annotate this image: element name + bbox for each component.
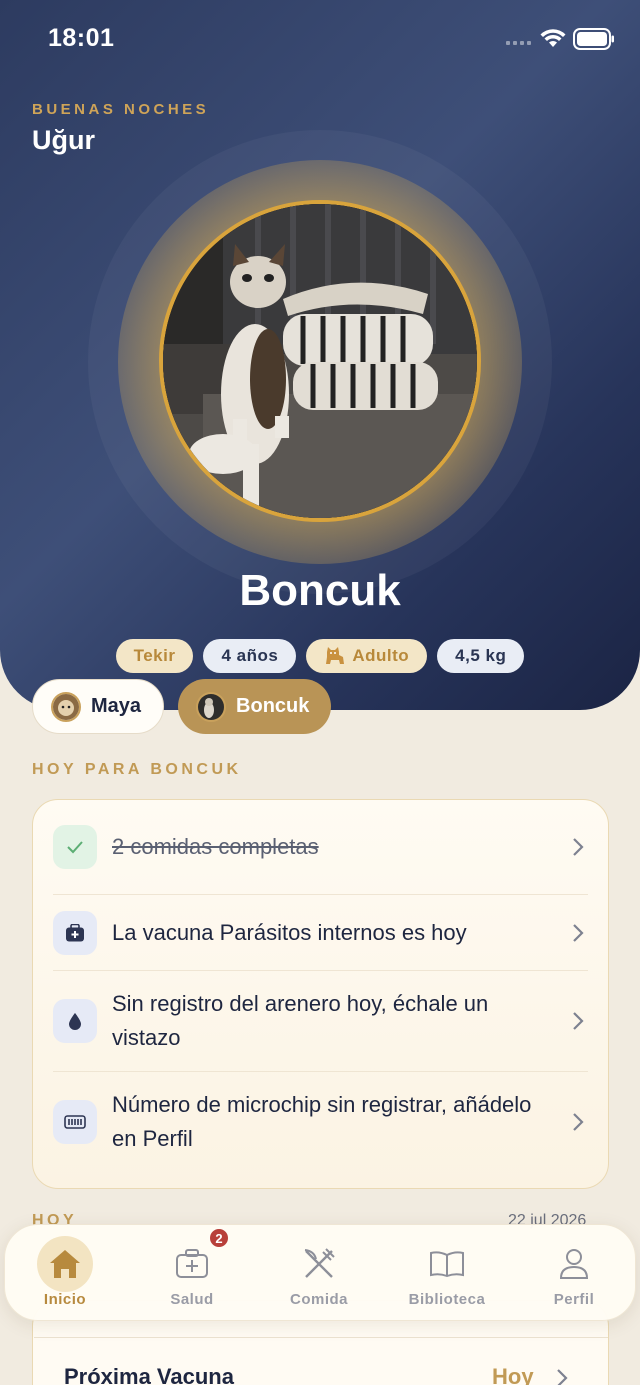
pet-attributes: Tekir 4 años Adulto 4,5 kg — [0, 639, 640, 673]
status-bar: 18:01 — [0, 0, 640, 80]
pet-pill-label: Boncuk — [236, 695, 310, 717]
today-item-vaccine[interactable]: La vacuna Parásitos internos es hoy — [53, 895, 588, 971]
greeting-text: BUENAS NOCHES — [32, 101, 210, 118]
age-chip: 4 años — [203, 639, 297, 673]
book-icon — [419, 1236, 475, 1292]
tab-label: Comida — [289, 1291, 348, 1308]
divider — [34, 1337, 608, 1338]
tab-label: Perfil — [553, 1291, 595, 1308]
tab-perfil[interactable]: Perfil — [519, 1225, 629, 1322]
tab-label: Salud — [170, 1291, 214, 1308]
breed-label: Tekir — [133, 646, 176, 665]
pet-photo — [163, 204, 477, 518]
boncuk-avatar — [196, 691, 227, 722]
pet-avatar[interactable] — [159, 200, 481, 522]
maya-avatar — [51, 691, 81, 722]
wifi-icon — [540, 29, 566, 47]
next-vaccine-title: Próxima Vacuna — [64, 1364, 234, 1385]
pet-pill-maya[interactable]: Maya — [32, 679, 165, 734]
user-name: Uğur — [32, 125, 95, 155]
pet-hero: 18:01 BUENAS NOCHES Uğur Boncuk Tekir 4 … — [0, 0, 640, 710]
stage-label: Adulto — [352, 646, 410, 665]
chevron-right-icon — [573, 923, 584, 942]
today-item-text: 2 comidas completas — [112, 834, 319, 859]
pet-pill-label: Maya — [91, 695, 142, 717]
notification-badge: 2 — [208, 1227, 230, 1249]
tab-salud[interactable]: Salud — [137, 1225, 247, 1322]
chevron-right-icon — [573, 1113, 584, 1131]
chevron-right-icon — [557, 1369, 568, 1385]
medical-bag-icon — [53, 910, 97, 955]
home-icon — [37, 1236, 93, 1292]
tab-label: Biblioteca — [408, 1291, 486, 1308]
today-item-microchip[interactable]: Número de microchip sin registrar, añáde… — [53, 1072, 588, 1172]
weight-label: 4,5 kg — [455, 646, 507, 665]
tab-biblioteca[interactable]: Biblioteca — [392, 1225, 502, 1322]
today-item-text: Sin registro del arenero hoy, échale un … — [112, 991, 489, 1050]
tab-inicio[interactable]: Inicio — [10, 1225, 120, 1322]
cat-icon — [326, 647, 345, 664]
battery-icon — [573, 28, 614, 50]
next-vaccine-when: Hoy — [492, 1364, 534, 1385]
cellular-signal-icon — [506, 41, 531, 45]
status-time: 18:01 — [48, 24, 115, 52]
tab-label: Inicio — [43, 1291, 87, 1308]
drop-icon — [53, 999, 97, 1043]
stage-chip: Adulto — [306, 639, 428, 673]
today-item-litter[interactable]: Sin registro del arenero hoy, échale un … — [53, 971, 588, 1072]
microchip-icon — [53, 1100, 97, 1144]
tab-bar: Inicio Salud 2 Comida Biblioteca Perfil — [4, 1224, 636, 1321]
today-card: 2 comidas completas La vacuna Parásitos … — [32, 799, 609, 1189]
pet-name: Boncuk — [239, 566, 401, 615]
chevron-right-icon — [573, 1012, 584, 1030]
breed-chip: Tekir — [115, 639, 194, 673]
pet-pill-boncuk[interactable]: Boncuk — [178, 679, 332, 734]
today-item-text: La vacuna Parásitos internos es hoy — [112, 919, 467, 945]
chevron-right-icon — [573, 838, 584, 856]
weight-chip: 4,5 kg — [437, 639, 525, 673]
today-item-text: Número de microchip sin registrar, añáde… — [112, 1092, 532, 1151]
today-section-title: HOY PARA BONCUK — [32, 761, 242, 778]
check-icon — [53, 825, 97, 869]
tab-comida[interactable]: Comida — [264, 1225, 374, 1322]
today-item-meals[interactable]: 2 comidas completas — [53, 800, 588, 895]
age-label: 4 años — [221, 646, 279, 665]
pet-switcher: Maya Boncuk — [32, 679, 332, 734]
fork-knife-icon — [291, 1236, 347, 1292]
person-icon — [546, 1236, 602, 1292]
